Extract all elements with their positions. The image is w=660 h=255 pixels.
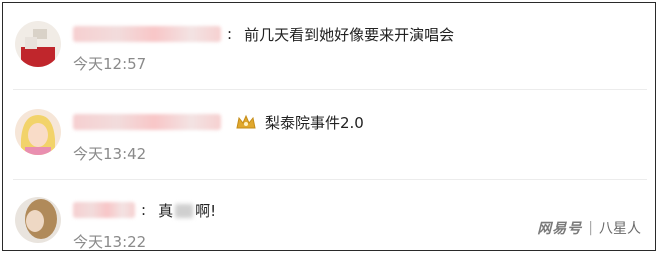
- avatar[interactable]: [15, 109, 61, 155]
- username-blurred[interactable]: [73, 202, 135, 218]
- comment-list: : 前几天看到她好像要来开演唱会 今天12:57 梨泰院事件2.0 今天13:4…: [2, 2, 656, 251]
- avatar[interactable]: [15, 197, 61, 243]
- comment-text: 梨泰院事件2.0: [265, 113, 364, 132]
- comment-time: 今天13:22: [73, 233, 147, 251]
- username-blurred[interactable]: [73, 26, 221, 42]
- crown-icon: [236, 114, 256, 129]
- watermark-source: 八星人: [599, 221, 641, 237]
- watermark-logo: 网易号: [537, 221, 583, 237]
- avatar[interactable]: [15, 21, 61, 67]
- watermark: 网易号 | 八星人: [537, 220, 641, 237]
- comment-time: 今天13:42: [73, 145, 147, 163]
- username-blurred[interactable]: [73, 114, 221, 130]
- blurred-text: [175, 204, 194, 218]
- comment-item: : 真啊! 今天13:22: [3, 179, 657, 252]
- comment-time: 今天12:57: [73, 55, 147, 73]
- comment-item: : 前几天看到她好像要来开演唱会 今天12:57: [3, 3, 657, 83]
- comment-text: 真啊!: [158, 201, 217, 220]
- comment-text: 前几天看到她好像要来开演唱会: [244, 25, 455, 44]
- comment-item: 梨泰院事件2.0 今天13:42: [3, 89, 657, 175]
